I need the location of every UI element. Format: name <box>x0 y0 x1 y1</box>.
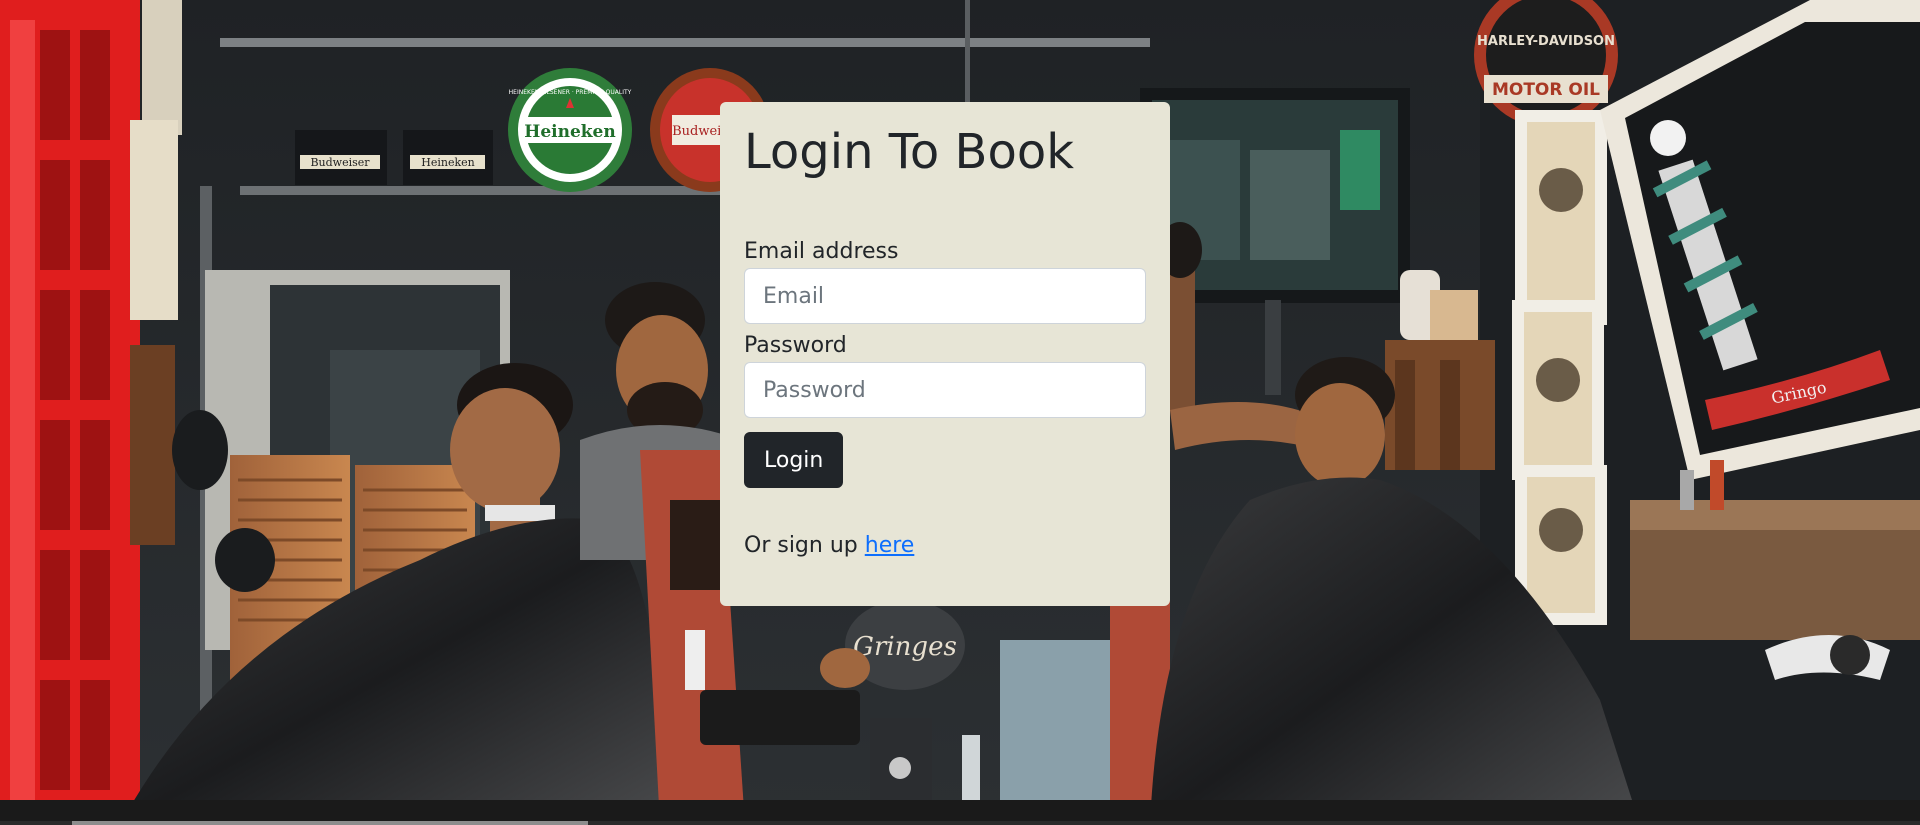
heineken-cap-sign: Heineken HEINEKEN PILSENER · PREMIUM QUA… <box>508 68 632 192</box>
svg-text:HARLEY-DAVIDSON: HARLEY-DAVIDSON <box>1477 34 1615 49</box>
svg-text:MOTOR OIL: MOTOR OIL <box>1492 80 1600 100</box>
login-button[interactable]: Login <box>744 432 844 488</box>
svg-text:Gringes: Gringes <box>853 632 957 662</box>
password-label: Password <box>744 333 847 358</box>
signup-prefix-text: Or sign up <box>744 533 858 558</box>
email-label: Email address <box>744 239 899 264</box>
login-card: Login To Book Email address Password Log… <box>720 102 1170 606</box>
signup-link[interactable]: here <box>865 533 915 558</box>
password-input[interactable] <box>744 362 1146 418</box>
horizontal-scrollbar[interactable] <box>0 821 1920 825</box>
heineken-small-sign: Heineken <box>421 156 474 169</box>
red-phone-box <box>0 0 140 825</box>
budweiser-small-sign: Budweiser <box>310 156 370 169</box>
signup-prompt: Or sign up here <box>744 530 1146 562</box>
login-title: Login To Book <box>744 124 1074 180</box>
page: Budweiser Heineken Heineken HEINEKEN PIL… <box>0 0 1920 825</box>
svg-text:Heineken: Heineken <box>524 122 615 142</box>
framed-art-right <box>1512 110 1607 625</box>
scrollbar-thumb[interactable] <box>72 821 588 825</box>
svg-text:HEINEKEN PILSENER · PREMIUM QU: HEINEKEN PILSENER · PREMIUM QUALITY <box>509 89 632 96</box>
email-input[interactable] <box>744 268 1146 324</box>
